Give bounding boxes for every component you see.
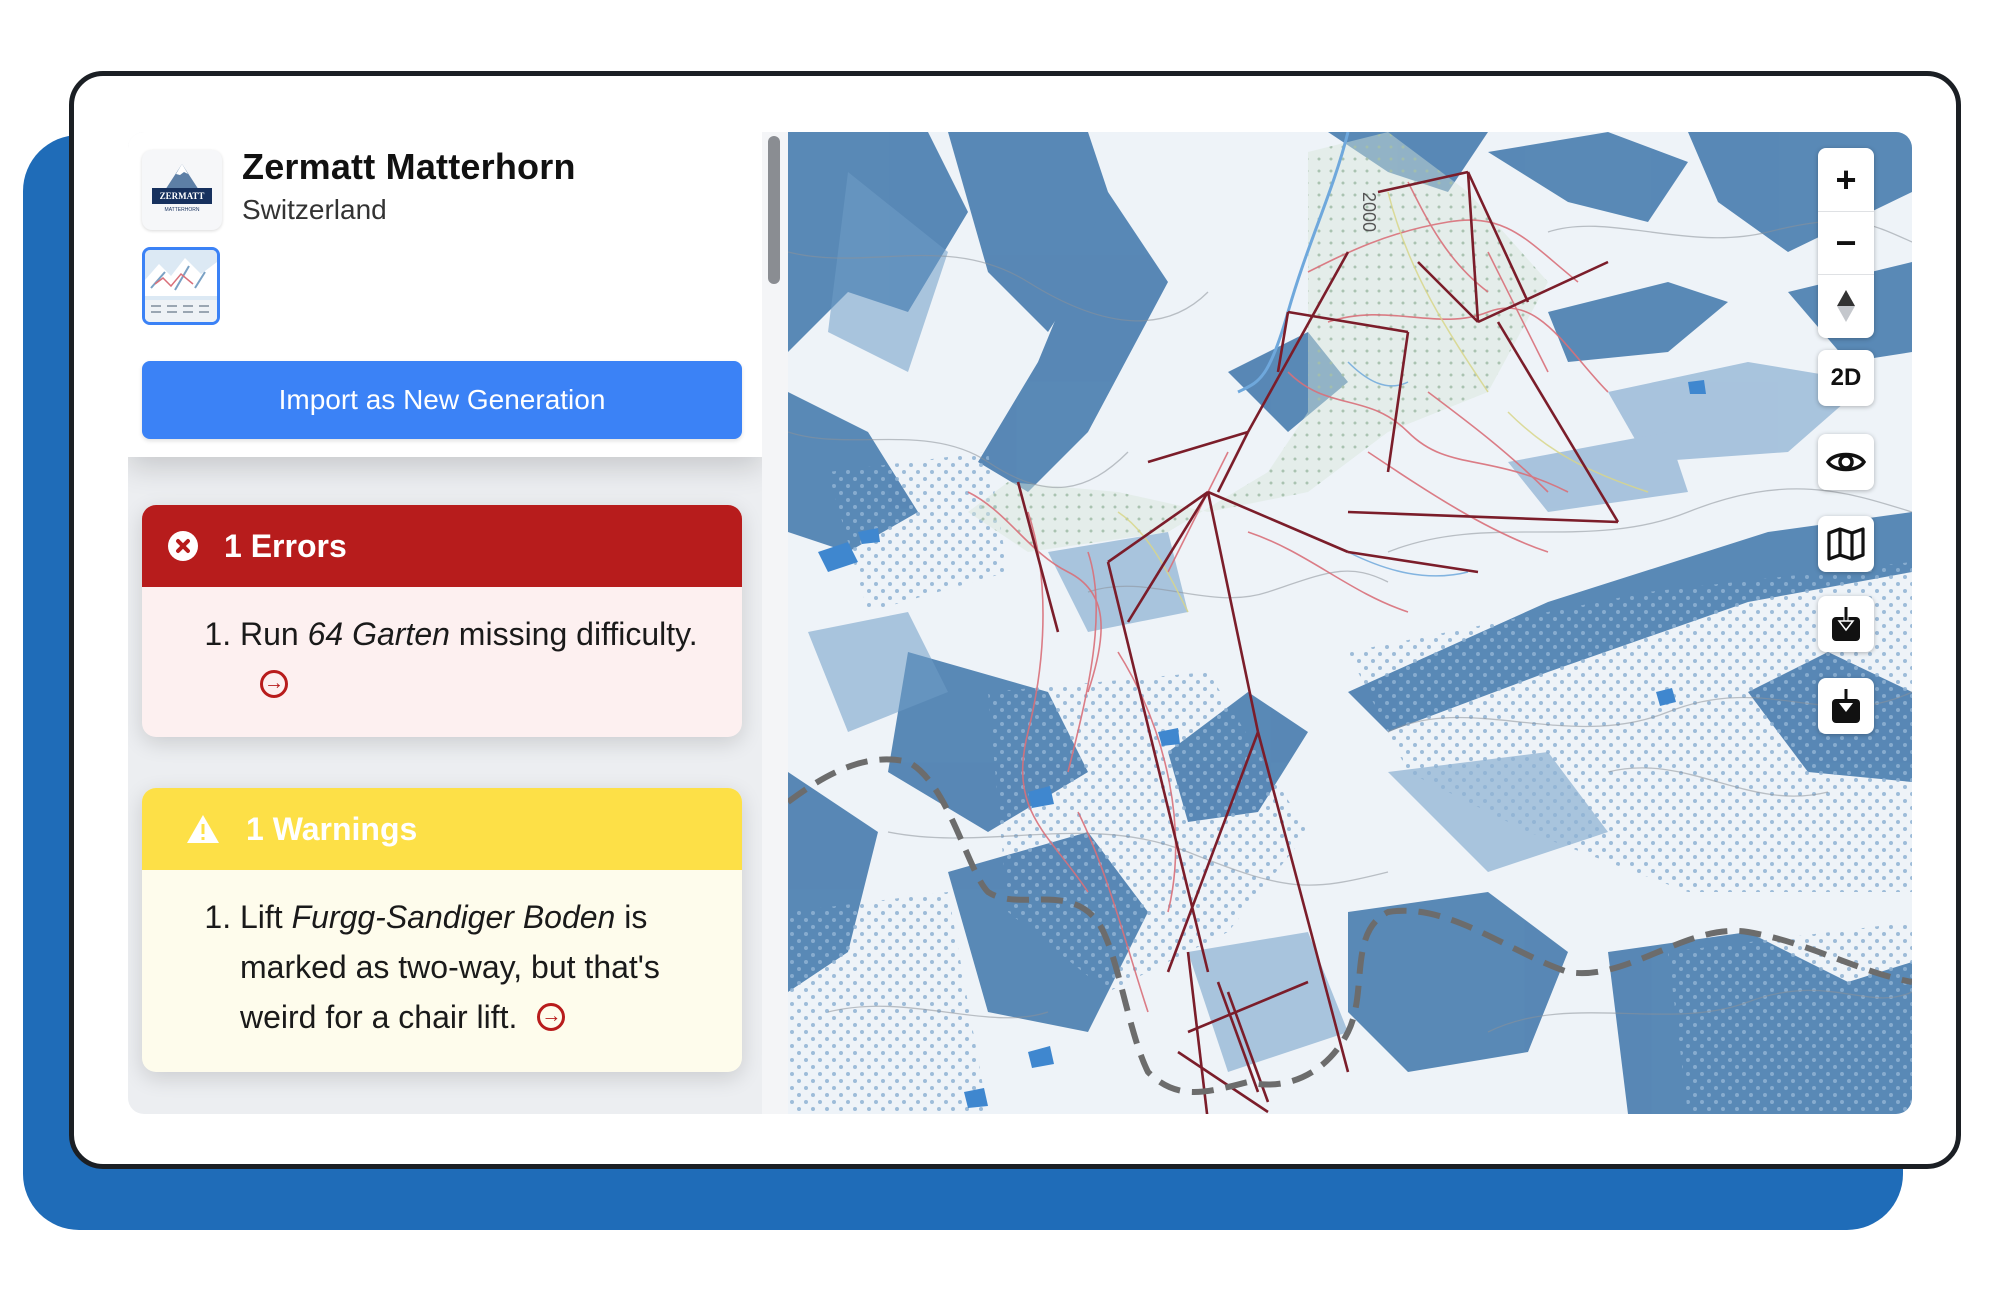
ski-map[interactable]: 2000 + − 2D xyxy=(788,132,1912,1114)
warning-triangle-icon xyxy=(187,815,219,843)
warning-prefix: Lift xyxy=(240,899,292,935)
error-run-name: 64 Garten xyxy=(307,616,450,652)
error-prefix: Run xyxy=(240,616,308,652)
download-icon xyxy=(1832,689,1860,723)
download-map-button[interactable] xyxy=(1818,596,1874,652)
error-item: Run 64 Garten missing difficulty. xyxy=(240,609,712,709)
errors-card: 1 Errors Run 64 Garten missing difficult… xyxy=(142,505,742,737)
trail-map-thumbnail[interactable] xyxy=(142,247,220,325)
logo-text: ZERMATT xyxy=(160,191,205,201)
app-window: ZERMATT MATTERHORN Zermatt Matterhorn Sw… xyxy=(128,132,1912,1114)
zoom-in-button[interactable]: + xyxy=(1818,149,1874,212)
zoom-controls: + − xyxy=(1818,148,1874,338)
resort-country: Switzerland xyxy=(242,194,387,225)
errors-header: 1 Errors xyxy=(142,505,742,587)
download-map-icon xyxy=(1832,607,1860,641)
map-style-button[interactable] xyxy=(1818,516,1874,572)
resort-name: Zermatt Matterhorn xyxy=(242,146,576,187)
warnings-title: 1 Warnings xyxy=(246,810,418,847)
errors-title: 1 Errors xyxy=(224,527,347,564)
go-to-warning-icon[interactable] xyxy=(537,991,566,1041)
warnings-list: Lift Furgg-Sandiger Boden is marked as t… xyxy=(142,870,742,1068)
map-icon xyxy=(1827,527,1865,561)
warning-lift-name: Furgg-Sandiger Boden xyxy=(291,899,616,935)
import-new-generation-button[interactable]: Import as New Generation xyxy=(142,361,742,439)
contour-label: 2000 xyxy=(1359,192,1379,232)
resort-header: ZERMATT MATTERHORN Zermatt Matterhorn Sw… xyxy=(128,132,762,457)
download-button[interactable] xyxy=(1818,678,1874,734)
errors-list: Run 64 Garten missing difficulty. xyxy=(142,587,742,735)
resort-logo: ZERMATT MATTERHORN xyxy=(142,150,222,230)
sidebar-scrollbar[interactable] xyxy=(768,136,780,284)
view-2d-button[interactable]: 2D xyxy=(1818,350,1874,406)
eye-icon xyxy=(1826,452,1866,472)
warning-item: Lift Furgg-Sandiger Boden is marked as t… xyxy=(240,892,712,1042)
sidebar: ZERMATT MATTERHORN Zermatt Matterhorn Sw… xyxy=(128,132,764,1114)
compass-button[interactable] xyxy=(1818,275,1874,337)
visibility-button[interactable] xyxy=(1818,434,1874,490)
error-circle-icon xyxy=(168,531,198,561)
logo-subtext: MATTERHORN xyxy=(165,207,200,213)
go-to-error-icon[interactable] xyxy=(260,658,288,708)
compass-icon xyxy=(1837,290,1855,322)
warnings-header: 1 Warnings xyxy=(142,788,742,870)
zoom-out-button[interactable]: − xyxy=(1818,212,1874,275)
error-suffix: missing difficulty. xyxy=(449,616,698,652)
warnings-card: 1 Warnings Lift Furgg-Sandiger Boden is … xyxy=(142,788,742,1072)
